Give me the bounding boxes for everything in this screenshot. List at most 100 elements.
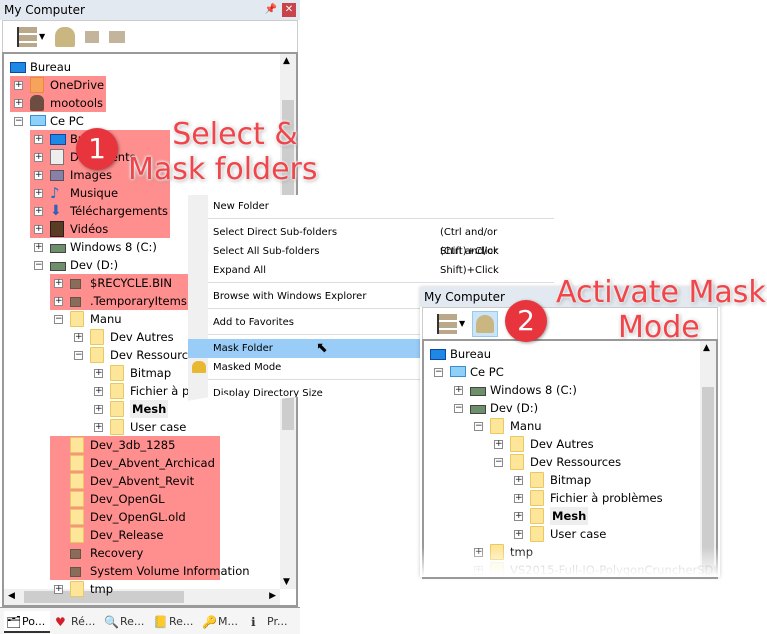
- expand-icon[interactable]: +: [94, 423, 103, 432]
- chevron-down-icon[interactable]: ▼: [39, 27, 47, 47]
- tree-item[interactable]: Dev_3db_1285: [4, 436, 284, 454]
- new-folder-icon[interactable]: [109, 31, 125, 43]
- tree-item[interactable]: + OneDrive: [4, 76, 284, 94]
- pin-icon[interactable]: 📌: [264, 3, 278, 17]
- menu-item-label: Select All Sub-folders: [213, 246, 320, 257]
- close-icon[interactable]: ✕: [282, 3, 296, 17]
- tab-folders[interactable]: 🗂 Po...: [4, 611, 50, 633]
- expand-icon[interactable]: +: [54, 279, 63, 288]
- expand-icon[interactable]: +: [74, 333, 83, 342]
- collapse-icon[interactable]: −: [74, 351, 83, 360]
- masked-mode-icon[interactable]: [55, 27, 75, 47]
- tree-view-icon[interactable]: [17, 27, 37, 47]
- tree-item[interactable]: System Volume Information: [4, 562, 284, 580]
- tab-notes[interactable]: 📒 Re...: [151, 611, 197, 633]
- expand-icon[interactable]: +: [94, 369, 103, 378]
- tree-item-label: System Volume Information: [90, 564, 250, 578]
- expand-icon[interactable]: +: [94, 387, 103, 396]
- expand-icon[interactable]: +: [34, 135, 43, 144]
- expand-icon[interactable]: +: [54, 585, 63, 594]
- heart-icon: ♥: [55, 615, 66, 629]
- scroll-up-icon[interactable]: ▲: [283, 56, 290, 66]
- expand-icon[interactable]: +: [34, 243, 43, 252]
- tree-item-label: tmp: [90, 582, 114, 596]
- tree-item[interactable]: Dev_Release: [4, 526, 284, 544]
- folder-icon: [70, 311, 84, 327]
- collapse-icon[interactable]: −: [474, 422, 483, 431]
- tree-item-label: Dev Autres: [110, 330, 174, 344]
- tree-item-label: Dev_OpenGL.old: [90, 510, 186, 524]
- desktop-icon: [10, 62, 26, 73]
- menu-item-new-folder[interactable]: New Folder: [194, 197, 554, 216]
- tree-item[interactable]: − Ce PC: [424, 363, 704, 381]
- tree-item[interactable]: + User case: [4, 418, 284, 436]
- tree-item[interactable]: Recovery: [4, 544, 284, 562]
- chevron-down-icon[interactable]: ▼: [459, 314, 467, 334]
- tree-view-icon[interactable]: [437, 314, 457, 334]
- folder-icon: [510, 454, 524, 470]
- tree-item[interactable]: Dev_OpenGL: [4, 490, 284, 508]
- tree-item[interactable]: + Mesh: [424, 507, 704, 525]
- expand-icon[interactable]: +: [94, 405, 103, 414]
- tree-item-label: Téléchargements: [70, 204, 169, 218]
- folder-tree[interactable]: ▲ Bureau − Ce PC + Windows 8 (C:) − Dev (D:) − M…: [422, 339, 718, 579]
- expand-icon[interactable]: +: [514, 494, 523, 503]
- tree-item[interactable]: Bureau: [4, 58, 284, 76]
- masked-mode-button-active[interactable]: [472, 311, 498, 337]
- expand-icon[interactable]: +: [54, 297, 63, 306]
- expand-icon[interactable]: +: [494, 440, 503, 449]
- tree-item[interactable]: Dev_Abvent_Revit: [4, 472, 284, 490]
- tab-key[interactable]: 🔑 M...: [200, 611, 246, 633]
- expand-icon[interactable]: +: [514, 512, 523, 521]
- expand-icon[interactable]: +: [34, 225, 43, 234]
- expand-icon[interactable]: +: [14, 81, 23, 90]
- folder-icon: [510, 436, 524, 452]
- tree-item-label: Dev_3db_1285: [90, 438, 176, 452]
- collapse-icon[interactable]: −: [494, 458, 503, 467]
- tree-item[interactable]: + User case: [424, 525, 704, 543]
- tree-item-label: Bureau: [450, 347, 492, 361]
- tab-search[interactable]: 🔍 Re...: [102, 611, 148, 633]
- tab-heart[interactable]: ♥ Ré...: [53, 611, 99, 633]
- tree-item[interactable]: + tmp: [4, 580, 284, 598]
- tree-item[interactable]: + Fichier à problèmes: [424, 489, 704, 507]
- expand-icon[interactable]: +: [34, 153, 43, 162]
- folder-icon: [110, 383, 124, 399]
- tree-item[interactable]: Dev_OpenGL.old: [4, 508, 284, 526]
- menu-item-label: Add to Favorites: [213, 317, 294, 328]
- tree-item[interactable]: Dev_Abvent_Archicad: [4, 454, 284, 472]
- tree-item[interactable]: + Dev Autres: [424, 435, 704, 453]
- collapse-icon[interactable]: −: [34, 261, 43, 270]
- tree-item[interactable]: − Dev (D:): [424, 399, 704, 417]
- folder-camera-icon[interactable]: [85, 31, 99, 43]
- menu-item-select-direct-sub-folders[interactable]: Select Direct Sub-folders (Ctrl and/or Sh…: [194, 223, 554, 257]
- collapse-icon[interactable]: −: [54, 315, 63, 324]
- tree-item[interactable]: − Dev Ressources: [424, 453, 704, 471]
- collapse-icon[interactable]: −: [14, 117, 23, 126]
- tree-item[interactable]: + Mesh: [4, 400, 284, 418]
- menu-separator: [208, 282, 554, 283]
- menu-item-expand-all[interactable]: Expand All: [194, 261, 554, 280]
- tree-item[interactable]: + Windows 8 (C:): [424, 381, 704, 399]
- scroll-down-icon[interactable]: ▼: [283, 577, 290, 587]
- tree-item-label: Dev_Abvent_Archicad: [90, 456, 215, 470]
- callout-text-2b: Mode: [618, 310, 700, 345]
- expand-icon[interactable]: +: [454, 386, 463, 395]
- expand-icon[interactable]: +: [34, 171, 43, 180]
- tree-item[interactable]: + mootools: [4, 94, 284, 112]
- collapse-icon[interactable]: −: [434, 368, 443, 377]
- expand-icon[interactable]: +: [34, 189, 43, 198]
- scroll-up-icon[interactable]: ▲: [703, 343, 710, 353]
- expand-icon[interactable]: +: [514, 476, 523, 485]
- tree-item[interactable]: + Bitmap: [424, 471, 704, 489]
- tree-item-label: Recovery: [90, 546, 144, 560]
- expand-icon[interactable]: +: [34, 207, 43, 216]
- menu-item-select-all-sub-folders[interactable]: Select All Sub-folders (Ctrl and/or Shift…: [194, 242, 554, 276]
- collapse-icon[interactable]: −: [454, 404, 463, 413]
- tree-item[interactable]: − Manu: [424, 417, 704, 435]
- tab-info[interactable]: ℹ Pr...: [249, 611, 295, 633]
- menu-item-label: Mask Folder: [213, 343, 273, 354]
- expand-icon[interactable]: +: [14, 99, 23, 108]
- tree-item[interactable]: Bureau: [424, 345, 704, 363]
- expand-icon[interactable]: +: [514, 530, 523, 539]
